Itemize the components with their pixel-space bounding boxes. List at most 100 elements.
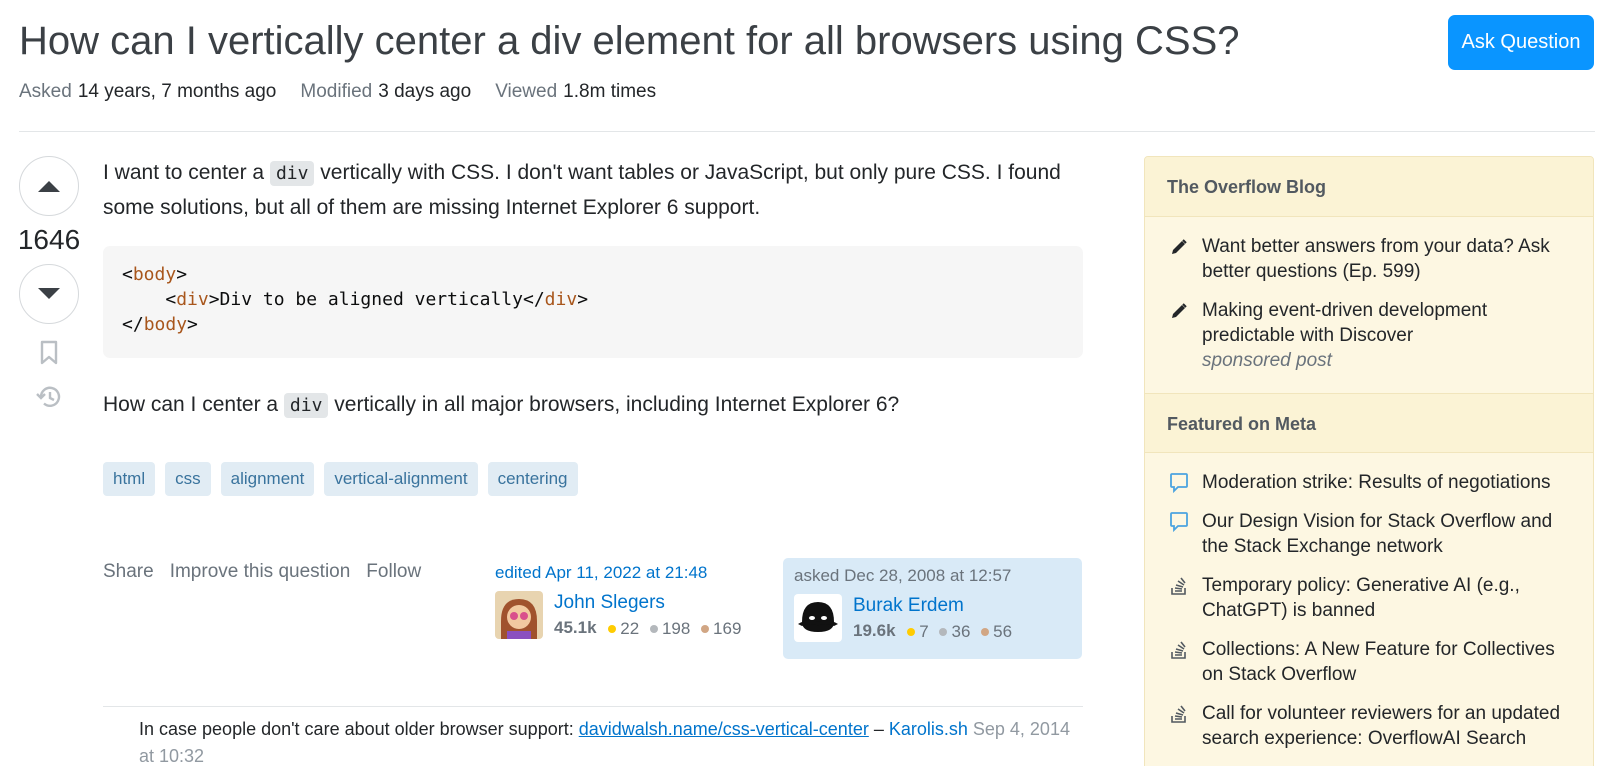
bronze-badges: 56 bbox=[981, 621, 1012, 643]
viewed-label: Viewed bbox=[495, 81, 558, 102]
follow-link[interactable]: Follow bbox=[366, 561, 421, 583]
inline-code: div bbox=[269, 161, 315, 186]
featured-meta-header: Featured on Meta bbox=[1145, 393, 1593, 453]
modified-label: Modified bbox=[300, 81, 373, 102]
modified-meta: Modified 3 days ago bbox=[300, 80, 471, 104]
comment-user[interactable]: Karolis.sh bbox=[889, 719, 968, 739]
code-text: Div to be aligned vertically bbox=[219, 289, 523, 310]
tag-html[interactable]: html bbox=[103, 462, 156, 496]
improve-question-link[interactable]: Improve this question bbox=[170, 561, 351, 583]
asked-meta: Asked 14 years, 7 months ago bbox=[19, 80, 276, 104]
paragraph-text: How can I center a bbox=[103, 393, 284, 416]
inline-code: div bbox=[283, 393, 329, 418]
editor-avatar-icon bbox=[495, 591, 543, 639]
stack-overflow-icon bbox=[1167, 637, 1191, 662]
tag-css[interactable]: css bbox=[165, 462, 211, 496]
tag-centering[interactable]: centering bbox=[487, 462, 578, 496]
chat-bubble-icon bbox=[1167, 509, 1191, 534]
asked-time: asked Dec 28, 2008 at 12:57 bbox=[794, 566, 1012, 585]
bronze-badge-icon bbox=[701, 625, 710, 633]
asked-label: Asked bbox=[19, 81, 72, 102]
editor-details: John Slegers 45.1k 22 198 169 bbox=[554, 591, 747, 640]
comment-text: In case people don't care about older br… bbox=[139, 719, 579, 739]
meta-item[interactable]: Temporary policy: Generative AI (e.g., C… bbox=[1167, 573, 1571, 623]
tag-vertical-alignment[interactable]: vertical-alignment bbox=[324, 462, 478, 496]
editor-stats: 45.1k 22 198 169 bbox=[554, 617, 747, 640]
silver-badge-icon bbox=[939, 628, 948, 636]
blog-item[interactable]: Making event-driven development predicta… bbox=[1167, 298, 1571, 373]
modified-value[interactable]: 3 days ago bbox=[378, 81, 471, 102]
blog-item-label: Making event-driven development predicta… bbox=[1202, 300, 1488, 346]
bronze-badges: 169 bbox=[701, 618, 741, 640]
blog-item[interactable]: Want better answers from your data? Ask … bbox=[1167, 234, 1571, 284]
question-title[interactable]: How can I vertically center a div elemen… bbox=[19, 14, 1359, 68]
avatar[interactable] bbox=[495, 591, 543, 639]
post-actions: Share Improve this question Follow bbox=[103, 561, 421, 583]
sponsored-label: sponsored post bbox=[1202, 350, 1332, 371]
paragraph-text: vertically in all major browsers, includ… bbox=[328, 393, 900, 416]
overflow-blog-list: Want better answers from your data? Ask … bbox=[1145, 217, 1593, 393]
viewed-value: 1.8m times bbox=[563, 81, 657, 102]
question-body: I want to center a div vertically with C… bbox=[103, 156, 1083, 225]
header-divider bbox=[19, 131, 1595, 132]
featured-meta-list: Moderation strike: Results of negotiatio… bbox=[1145, 453, 1593, 766]
viewed-meta: Viewed 1.8m times bbox=[495, 80, 656, 104]
gold-count: 22 bbox=[620, 619, 640, 638]
comment-link[interactable]: davidwalsh.name/css-vertical-center bbox=[579, 719, 869, 739]
meta-item-label: Call for volunteer reviewers for an upda… bbox=[1202, 703, 1561, 749]
meta-item[interactable]: Moderation strike: Results of negotiatio… bbox=[1167, 470, 1571, 495]
bronze-count: 169 bbox=[713, 619, 742, 638]
editor-name[interactable]: John Slegers bbox=[554, 591, 747, 615]
question-meta: Asked 14 years, 7 months ago Modified 3 da… bbox=[19, 80, 680, 104]
owner-details: Burak Erdem 19.6k 7 36 56 bbox=[853, 594, 1018, 643]
paragraph-text: I want to center a bbox=[103, 161, 270, 184]
overflow-blog-header: The Overflow Blog bbox=[1145, 157, 1593, 217]
meta-item[interactable]: Our Design Vision for Stack Overflow and… bbox=[1167, 509, 1571, 559]
history-icon bbox=[36, 386, 61, 407]
owner-avatar-icon bbox=[794, 594, 842, 642]
bronze-count: 56 bbox=[993, 622, 1013, 641]
history-button[interactable] bbox=[34, 382, 64, 412]
tag-alignment[interactable]: alignment bbox=[220, 462, 315, 496]
bookmark-button[interactable] bbox=[34, 338, 64, 368]
downvote-button[interactable] bbox=[19, 264, 79, 324]
comment-divider bbox=[103, 706, 1083, 707]
meta-item-label: Collections: A New Feature for Collectiv… bbox=[1202, 639, 1555, 685]
vote-count: 1646 bbox=[17, 224, 81, 255]
owner-card: asked Dec 28, 2008 at 12:57 Burak Erdem … bbox=[783, 558, 1082, 659]
avatar[interactable] bbox=[794, 594, 842, 642]
code-tag: div bbox=[176, 289, 209, 310]
sidebar-widget: The Overflow Blog Want better answers fr… bbox=[1144, 156, 1594, 766]
editor-card: edited Apr 11, 2022 at 21:48 John Sleger… bbox=[495, 563, 765, 640]
bronze-badge-icon bbox=[981, 628, 990, 636]
pencil-icon bbox=[1167, 234, 1191, 259]
silver-badges: 198 bbox=[649, 618, 690, 640]
share-link[interactable]: Share bbox=[103, 561, 154, 583]
meta-item[interactable]: Collections: A New Feature for Collectiv… bbox=[1167, 637, 1571, 687]
comment: In case people don't care about older br… bbox=[139, 716, 1079, 766]
comment-separator: – bbox=[868, 719, 889, 739]
silver-badges: 36 bbox=[939, 621, 970, 643]
editor-usercard: John Slegers 45.1k 22 198 169 bbox=[495, 591, 765, 640]
ask-question-button[interactable]: Ask Question bbox=[1448, 15, 1594, 70]
meta-item-label: Temporary policy: Generative AI (e.g., C… bbox=[1202, 575, 1520, 621]
reputation: 19.6k bbox=[853, 621, 896, 640]
question-paragraph-1: I want to center a div vertically with C… bbox=[103, 156, 1083, 225]
gold-count: 7 bbox=[919, 622, 929, 641]
triangle-down-icon bbox=[38, 288, 60, 299]
gold-badges: 22 bbox=[608, 618, 639, 640]
triangle-up-icon bbox=[38, 181, 60, 192]
code-tag: div bbox=[544, 289, 578, 310]
pencil-icon bbox=[1167, 298, 1191, 323]
tag-list: html css alignment vertical-alignment ce… bbox=[103, 462, 578, 496]
meta-item[interactable]: Call for volunteer reviewers for an upda… bbox=[1167, 701, 1571, 751]
question-paragraph-2: How can I center a div vertically in all… bbox=[103, 388, 899, 423]
owner-stats: 19.6k 7 36 56 bbox=[853, 620, 1018, 643]
code-tag: body bbox=[143, 314, 188, 335]
vote-column: 1646 bbox=[18, 156, 80, 412]
asked-value: 14 years, 7 months ago bbox=[77, 81, 277, 102]
owner-name[interactable]: Burak Erdem bbox=[853, 594, 1018, 618]
upvote-button[interactable] bbox=[19, 156, 79, 216]
edited-time[interactable]: edited Apr 11, 2022 at 21:48 bbox=[495, 563, 765, 583]
stack-overflow-icon bbox=[1167, 573, 1191, 598]
